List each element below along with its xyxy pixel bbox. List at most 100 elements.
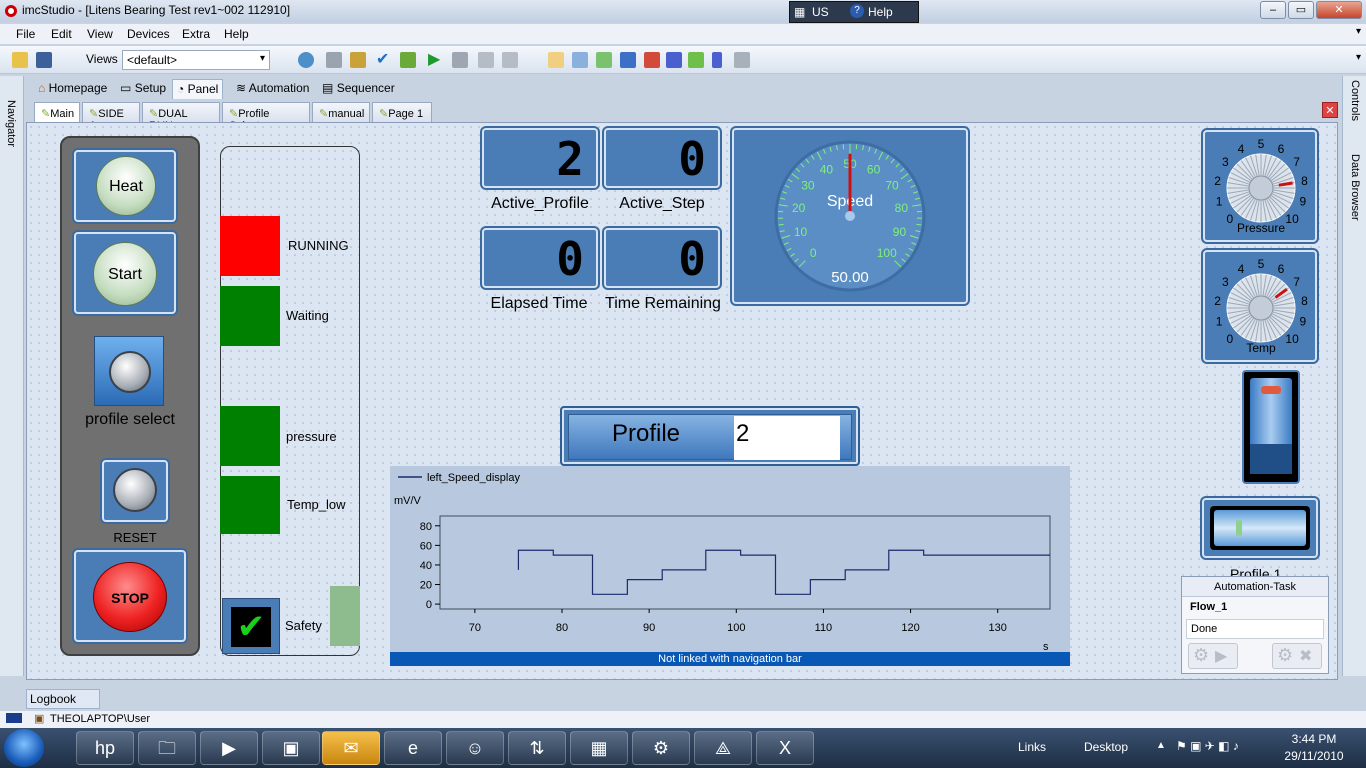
hp-icon[interactable]: hp	[76, 731, 134, 765]
setup-icon: ▭	[120, 81, 132, 95]
trash-icon[interactable]	[734, 52, 750, 68]
acrobat-icon[interactable]: ⟁	[694, 731, 752, 765]
menu-devices[interactable]: Devices	[127, 27, 170, 41]
stop-icon[interactable]	[452, 52, 468, 68]
play-icon[interactable]: ▶	[428, 49, 440, 69]
maximize-button[interactable]: ▭	[1288, 1, 1314, 19]
navigator-label[interactable]: Navigator	[5, 100, 17, 147]
chevron-down-icon: ▾	[259, 53, 265, 64]
wand-icon[interactable]	[350, 52, 366, 68]
network-icon[interactable]: ▦	[570, 731, 628, 765]
safety-checkbox[interactable]: ✔	[231, 607, 271, 647]
report-icon[interactable]	[666, 52, 682, 68]
subtab-profile-select[interactable]: ✎Profile Select	[222, 102, 310, 132]
media-player-icon[interactable]: ▶	[200, 731, 258, 765]
profile-switch-frame	[1202, 498, 1318, 558]
user-icon: ▣	[34, 713, 45, 725]
rocker-switch[interactable]	[1250, 378, 1292, 474]
image-icon[interactable]	[688, 52, 704, 68]
running-label: RUNNING	[288, 238, 349, 253]
logbook-tab[interactable]: Logbook	[26, 689, 100, 709]
temp-knob[interactable]: 01 234 5 678 910 Temp	[1205, 252, 1315, 360]
pdf-icon[interactable]	[644, 52, 660, 68]
window-switch-icon[interactable]: ▣	[262, 731, 320, 765]
stop-button[interactable]: STOP	[93, 562, 167, 632]
messenger-icon[interactable]: ☺	[446, 731, 504, 765]
subtab-dual-run[interactable]: ✎DUAL RUN	[142, 102, 220, 132]
profile-select-button[interactable]	[94, 336, 164, 406]
close-button[interactable]: ✕	[1316, 1, 1362, 19]
tab-sequencer[interactable]: ▤ Sequencer	[318, 79, 399, 99]
time-remaining-label: Time Remaining	[605, 295, 721, 312]
menu-help[interactable]: Help	[224, 27, 249, 41]
links-label[interactable]: Links	[1018, 740, 1046, 754]
open-folder-icon[interactable]	[12, 52, 28, 68]
tab-panel[interactable]: ◔ Panel	[172, 79, 224, 99]
menu-overflow-icon[interactable]: ▾	[1356, 26, 1361, 37]
speed-chart-plot: left_Speed_display mV/V s 0 20 40 60 80 70 80 90 10…	[394, 472, 1051, 652]
heat-button[interactable]: Heat	[96, 156, 156, 216]
internet-explorer-icon[interactable]: e	[384, 731, 442, 765]
subtab-side-a[interactable]: ✎SIDE A	[82, 102, 140, 132]
page-icon: ✎	[89, 108, 99, 120]
excel-icon[interactable]: X	[756, 731, 814, 765]
window-icon[interactable]	[572, 52, 588, 68]
lock-icon[interactable]	[712, 52, 722, 68]
tray-icons[interactable]: ⚑ ▣ ✈ ◧ ♪	[1176, 739, 1239, 753]
heat-button-frame: Heat	[74, 150, 176, 222]
views-dropdown[interactable]: <default> ▾	[122, 50, 270, 70]
check-icon[interactable]: ✔	[376, 49, 389, 69]
tab-setup[interactable]: ▭ Setup	[116, 79, 170, 99]
subtab-page-1[interactable]: ✎Page 1	[372, 102, 432, 123]
tab-sequencer-label: Sequencer	[336, 81, 395, 95]
menu-file[interactable]: File	[16, 27, 35, 41]
controls-label[interactable]: Controls	[1349, 80, 1361, 121]
start-button[interactable]: Start	[93, 242, 157, 306]
sync-icon[interactable]: ⇅	[508, 731, 566, 765]
language-bar[interactable]: ▦ US ? Help	[789, 1, 919, 23]
profile-select-knob-icon	[109, 351, 151, 393]
outlook-icon[interactable]: ✉	[322, 731, 380, 765]
tab-automation[interactable]: ≋ Automation	[232, 79, 313, 99]
puzzle-add-icon[interactable]	[502, 52, 518, 68]
globe-icon[interactable]	[298, 52, 314, 68]
toolbar-overflow-icon[interactable]: ▾	[1356, 52, 1361, 63]
data-browser-label[interactable]: Data Browser	[1349, 154, 1361, 221]
show-hidden-icons-icon[interactable]: ▲	[1156, 740, 1166, 751]
clock-time[interactable]: 3:44 PM	[1284, 732, 1344, 746]
chart-footer: Not linked with navigation bar	[390, 652, 1070, 666]
start-orb-icon[interactable]	[4, 729, 44, 767]
imc-studio-icon[interactable]: ⚙	[632, 731, 690, 765]
automation-start-button[interactable]: ⚙ ▶	[1188, 643, 1238, 669]
navigator-pane[interactable]: Navigator	[0, 76, 24, 676]
explorer-icon[interactable]: 🗀	[138, 731, 196, 765]
minimize-button[interactable]: –	[1260, 1, 1286, 19]
reset-label: RESET	[113, 530, 157, 545]
menu-edit[interactable]: Edit	[51, 27, 72, 41]
desktop-label[interactable]: Desktop	[1084, 740, 1128, 754]
automation-status: Done	[1186, 619, 1324, 639]
export-icon[interactable]	[596, 52, 612, 68]
clock-date[interactable]: 29/11/2010	[1278, 749, 1350, 763]
language-label[interactable]: US	[812, 5, 829, 19]
knob-label: Pressure	[1237, 221, 1285, 235]
puzzle-icon[interactable]	[478, 52, 494, 68]
help-label[interactable]: Help	[868, 5, 893, 19]
menu-extra[interactable]: Extra	[182, 27, 210, 41]
pressure-knob[interactable]: 01 234 5 678 910Pressure	[1205, 132, 1315, 240]
new-page-icon[interactable]	[548, 52, 564, 68]
subtab-main[interactable]: ✎Main	[34, 102, 80, 123]
arrow-icon[interactable]	[620, 52, 636, 68]
reset-button[interactable]	[113, 468, 157, 512]
close-page-icon[interactable]: ✕	[1322, 102, 1338, 118]
save-icon[interactable]	[36, 52, 52, 68]
profile-value-field[interactable]: 2	[734, 416, 840, 460]
automation-stop-button[interactable]: ⚙ ✖	[1272, 643, 1322, 669]
profile-switch[interactable]	[1210, 506, 1310, 550]
download-icon[interactable]	[400, 52, 416, 68]
tab-homepage[interactable]: ⌂ Homepage	[34, 79, 111, 99]
subtab-manual[interactable]: ✎manual	[312, 102, 370, 123]
tool-icon[interactable]	[326, 52, 342, 68]
keyboard-icon: ▦	[794, 5, 806, 19]
menu-view[interactable]: View	[87, 27, 113, 41]
